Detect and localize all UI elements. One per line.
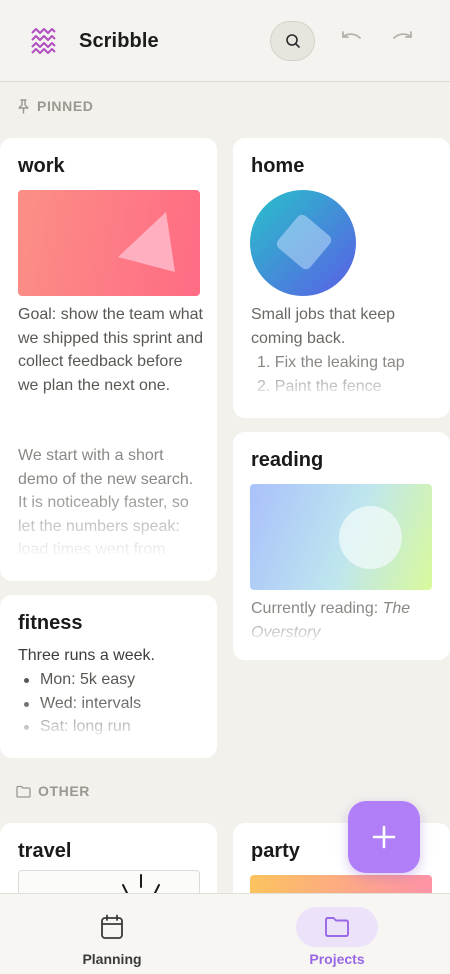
pinned-label-text: PINNED <box>37 98 94 114</box>
work-body-paragraph-2: We start with a short demo of the new se… <box>18 444 203 556</box>
nav-pill-planning <box>71 907 153 947</box>
diamond-shape <box>274 212 334 272</box>
note-card-reading[interactable]: reading Currently reading: The Overstory <box>233 432 450 660</box>
home-image <box>250 190 356 296</box>
note-card-work[interactable]: work Goal: show the team what we shipped… <box>0 138 217 581</box>
list-item: Wed: intervals <box>18 692 203 716</box>
fitness-body: Three runs a week. <box>18 647 155 664</box>
card-title: home <box>251 155 305 177</box>
fitness-list: Mon: 5k easy Wed: intervals Sat: long ru… <box>18 668 203 740</box>
folder-icon <box>16 785 31 798</box>
home-body: Small jobs that keep coming back. <box>251 306 396 347</box>
nav-label-projects: Projects <box>309 951 365 967</box>
pinned-section-label: PINNED <box>17 98 94 114</box>
note-card-home[interactable]: home Small jobs that keep coming back. 1… <box>233 138 450 418</box>
work-body-paragraph-1: Goal: show the team what we shipped this… <box>18 306 203 394</box>
nav-label-planning: Planning <box>82 951 142 967</box>
note-card-travel[interactable]: travel <box>0 823 217 903</box>
list-item: 2. Paint the fence <box>257 377 382 395</box>
home-list: 1. Fix the leaking tap 2. Paint the fenc… <box>251 351 436 399</box>
nav-item-planning[interactable]: Planning <box>32 894 192 974</box>
nav-pill-projects <box>296 907 378 947</box>
folder-icon <box>325 917 349 937</box>
card-title: reading <box>251 449 324 471</box>
add-note-button[interactable] <box>348 801 420 873</box>
card-title: work <box>18 155 65 177</box>
other-section-label: OTHER <box>16 783 90 799</box>
card-title: travel <box>18 840 72 862</box>
card-title: party <box>251 840 300 862</box>
pin-icon <box>18 98 29 114</box>
scribble-logo-icon <box>31 28 56 54</box>
list-item: Sat: long run <box>18 715 203 739</box>
note-card-fitness[interactable]: fitness Three runs a week. Mon: 5k easy … <box>0 595 217 758</box>
other-label-text: OTHER <box>38 783 90 799</box>
undo-icon <box>342 31 361 39</box>
search-button[interactable] <box>270 21 315 61</box>
redo-icon <box>393 31 412 39</box>
search-icon <box>285 34 300 48</box>
work-body-paragraph-2-text: We start with a short demo of the new se… <box>18 447 194 556</box>
list-item: Mon: 5k easy <box>18 668 203 692</box>
app-title: Scribble <box>79 30 159 52</box>
nav-item-projects[interactable]: Projects <box>257 894 417 974</box>
work-image <box>18 190 200 296</box>
card-title: fitness <box>18 612 83 634</box>
plus-icon <box>372 825 396 849</box>
undo-button[interactable] <box>338 26 364 52</box>
reading-image <box>250 484 432 590</box>
bottom-navigation: Planning Projects <box>0 893 450 974</box>
app-header: Scribble <box>0 0 450 82</box>
calendar-icon <box>101 914 123 939</box>
list-item: 1. Fix the leaking tap <box>257 354 405 371</box>
redo-button[interactable] <box>390 26 416 52</box>
circle-shape <box>339 506 402 569</box>
reading-body: Currently reading: The Overstory <box>251 597 436 643</box>
triangle-shape-icon <box>118 212 175 272</box>
